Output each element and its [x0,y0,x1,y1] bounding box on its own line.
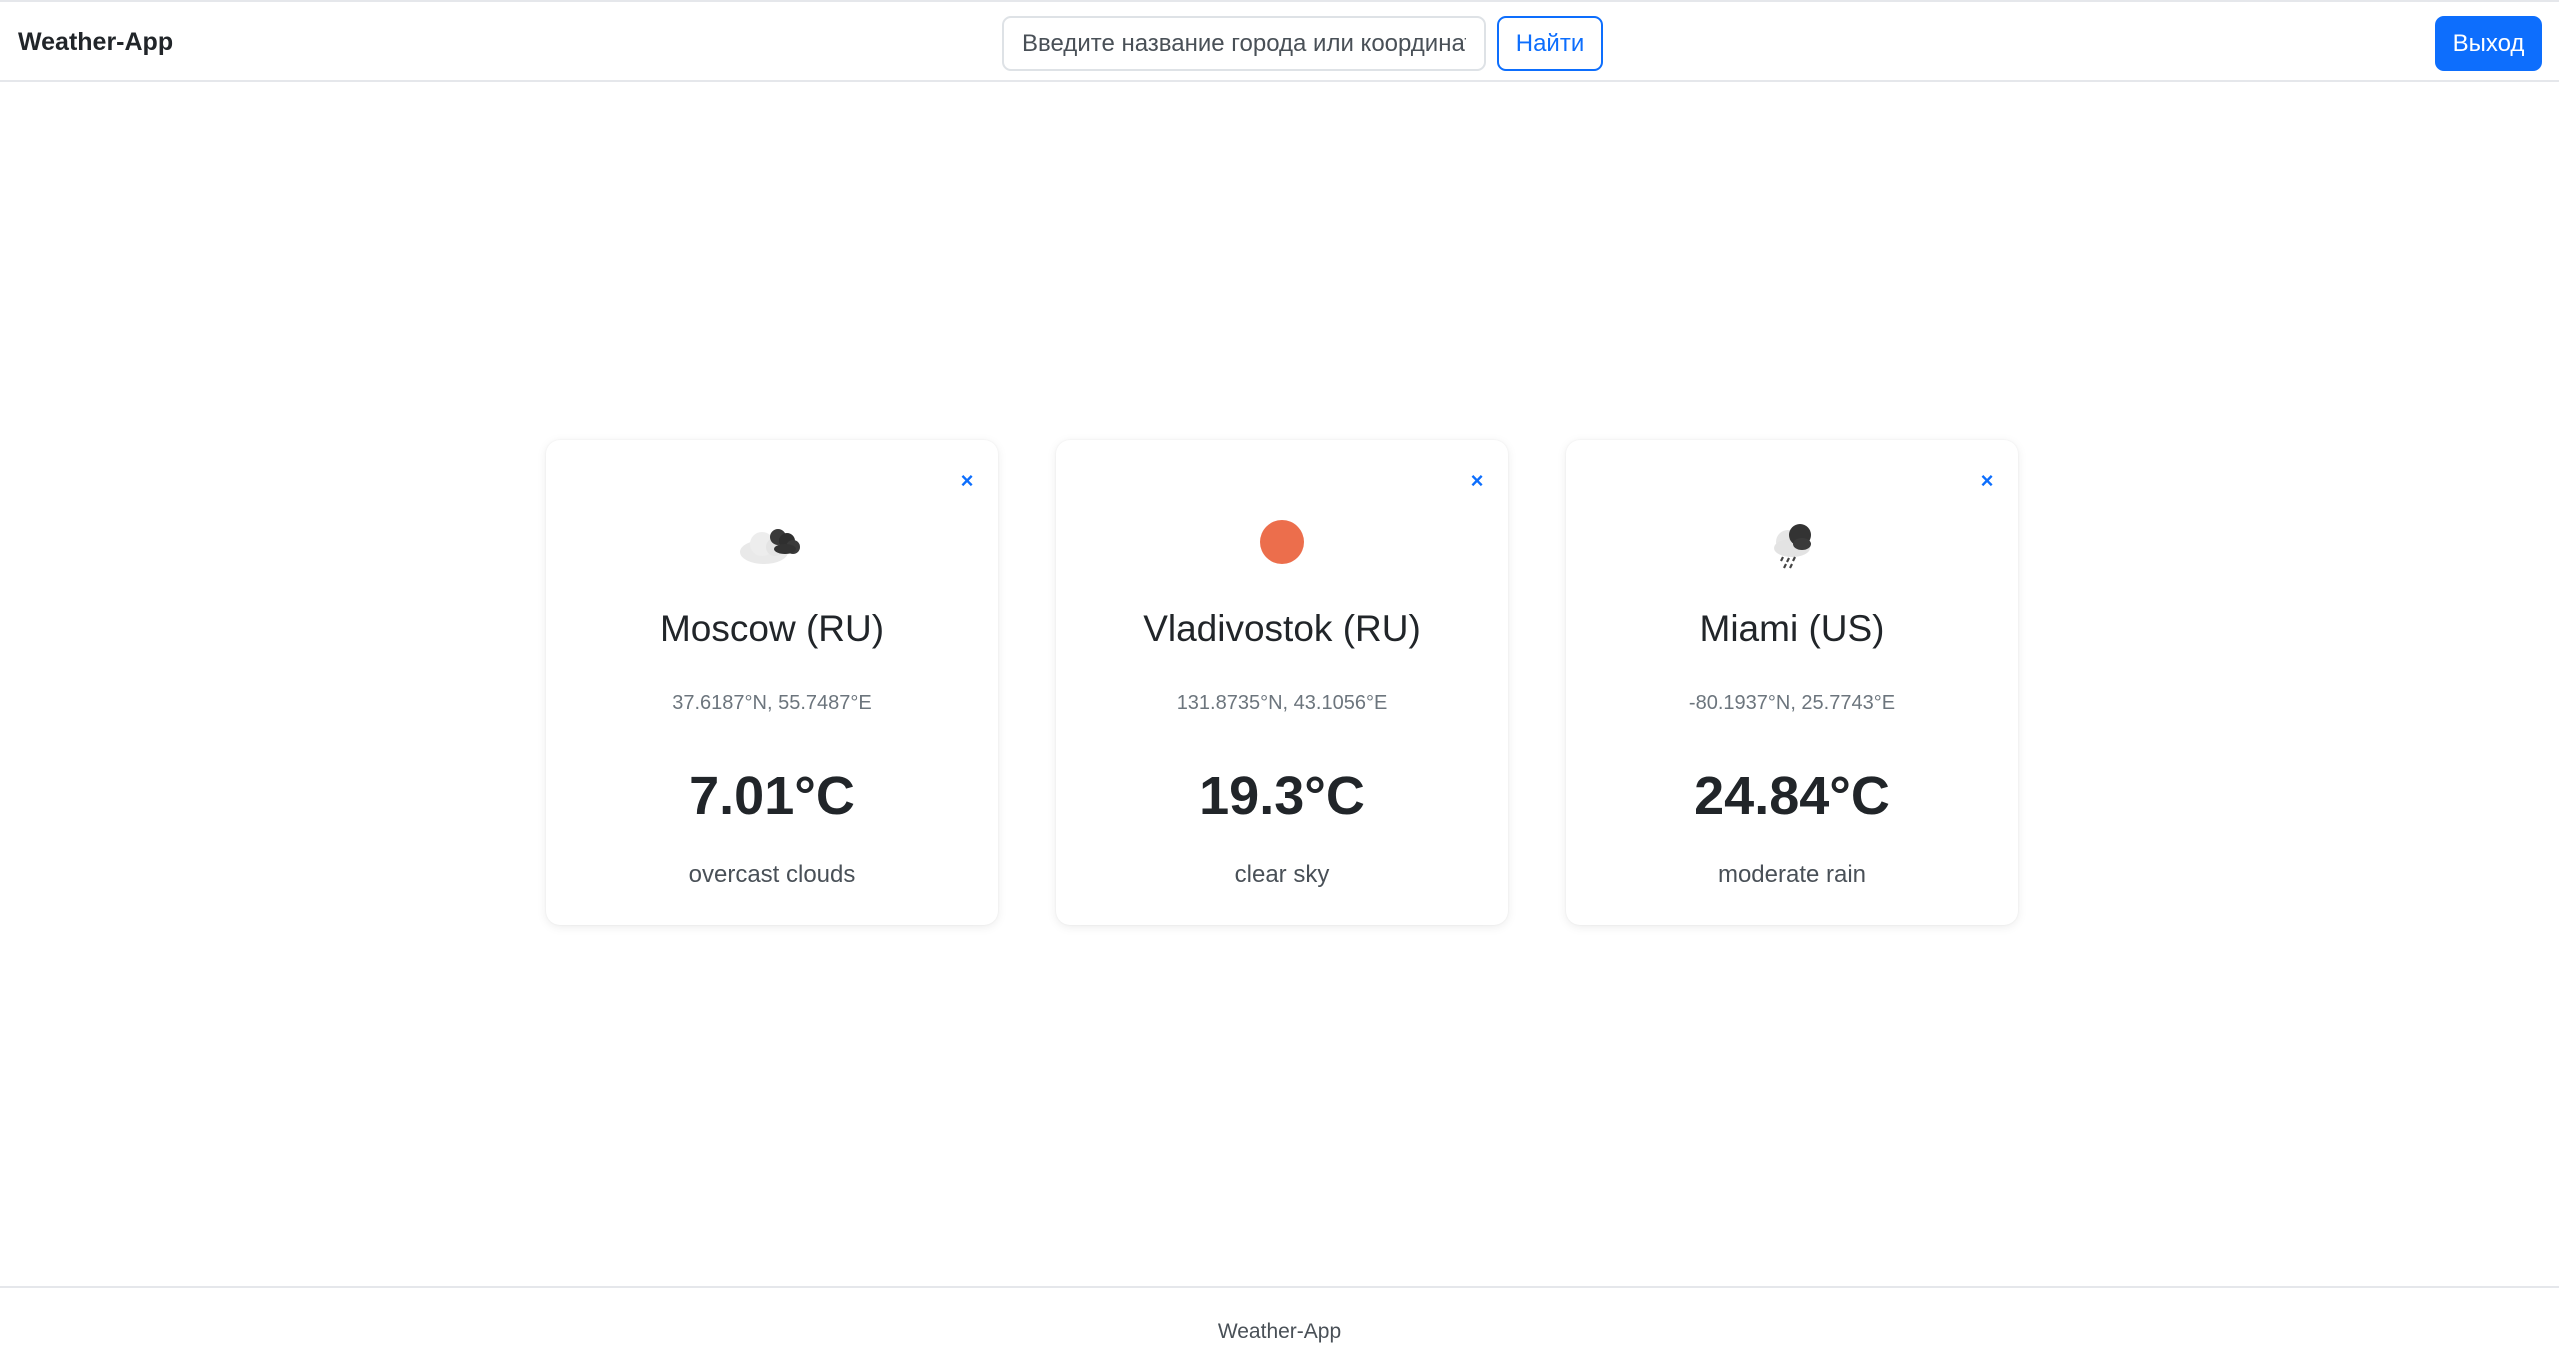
temperature: 7.01°C [689,766,855,826]
logout-button[interactable]: Выход [2435,16,2542,71]
brand-logo-text[interactable]: Weather-App [18,26,173,58]
temperature: 19.3°C [1199,766,1365,826]
city-coordinates: 131.8735°N, 43.1056°E [1176,692,1388,714]
city-name: Vladivostok (RU) [1143,608,1421,649]
weather-description: clear sky [1234,861,1330,888]
city-name: Miami (US) [1699,608,1885,649]
weather-card-moscow: × Moscow (RU) 37.6187°N, 55.7487°E 7.01°… [546,440,998,925]
remove-card-button[interactable]: × [1972,466,2002,496]
remove-card-button[interactable]: × [1462,466,1492,496]
weather-card-miami: × Miami (US) -80.1937°N, 25.7743°E 24.84… [1566,440,2018,925]
city-coordinates: -80.1937°N, 25.7743°E [1688,692,1896,714]
overcast-clouds-icon [732,502,812,582]
clear-sky-sun-icon [1242,502,1322,582]
footer-text: Weather-App [1217,1320,1342,1343]
weather-description: overcast clouds [688,861,856,888]
weather-card-vladivostok: × Vladivostok (RU) 131.8735°N, 43.1056°E… [1056,440,1508,925]
search-input[interactable] [1002,16,1486,71]
rain-cloud-icon [1752,502,1832,582]
city-coordinates: 37.6187°N, 55.7487°E [672,692,872,714]
navbar: Weather-App Найти Выход [0,0,2559,82]
remove-card-button[interactable]: × [952,466,982,496]
weather-description: moderate rain [1717,861,1867,888]
city-name: Moscow (RU) [659,608,885,649]
footer: Weather-App [0,1286,2559,1370]
temperature: 24.84°C [1694,766,1890,826]
search-button[interactable]: Найти [1497,16,1603,71]
